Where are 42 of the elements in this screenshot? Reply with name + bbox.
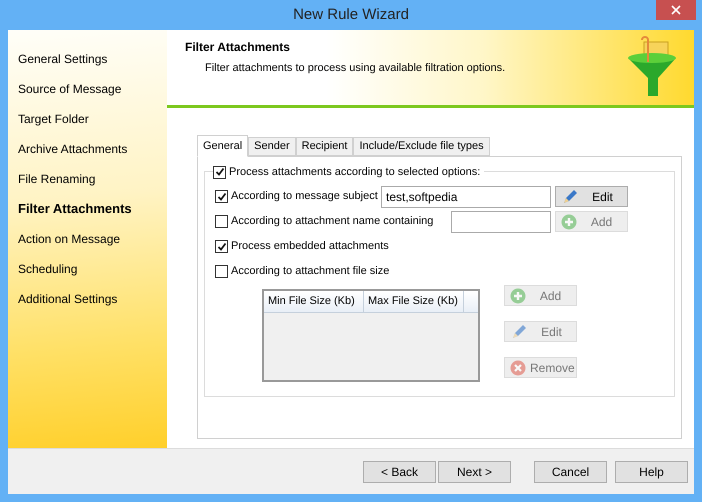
tab[interactable]: General [197,135,248,157]
sidebar-item[interactable]: Archive Attachments [18,134,167,164]
sidebar-item[interactable]: Filter Attachments [18,194,167,224]
checkbox[interactable] [213,166,226,179]
column-header[interactable]: Max File Size (Kb) [364,291,464,312]
sidebar-item[interactable]: Scheduling [18,254,167,284]
checkbox[interactable] [215,215,228,228]
footer-button[interactable]: < Back [363,460,436,482]
tab[interactable]: Include/Exclude file types [353,137,490,156]
column-header[interactable]: Min File Size (Kb) [264,291,364,312]
footer-button[interactable]: Next > [438,460,511,482]
window-title: New Rule Wizard [293,4,409,25]
pencil-icon [561,188,579,206]
plus-icon [510,288,526,304]
option-label: According to attachment file size [231,264,390,280]
input-field[interactable] [451,210,551,232]
group-label: Process attachments according to selected options: [229,165,480,180]
sidebar-item[interactable]: File Renaming [18,164,167,194]
footer-button[interactable]: Help [615,460,688,482]
remove-icon [510,360,526,376]
edit-button[interactable]: Edit [555,186,628,207]
footer-button[interactable]: Cancel [534,460,607,482]
sidebar-item[interactable]: General Settings [18,44,167,74]
option-label: According to message subject [231,189,378,204]
sidebar-item[interactable]: Source of Message [18,74,167,104]
close-icon [671,5,681,15]
sidebar-item[interactable]: Action on Message [18,224,167,254]
checkbox[interactable] [215,240,228,253]
option-label: Process embedded attachments [231,239,389,254]
header-subtitle: Filter attachments to process using available filtration options. [204,61,506,76]
tab[interactable]: Sender [248,137,296,156]
header-title: Filter Attachments [185,39,291,55]
sidebar-item[interactable]: Additional Settings [18,284,167,314]
pencil-icon [510,322,528,340]
checkbox[interactable] [215,265,228,278]
input-field[interactable]: test,softpedia [381,186,551,208]
plus-icon [561,214,577,230]
option-label: According to attachment name containing [231,214,434,230]
close-button[interactable] [656,0,696,20]
tab[interactable]: Recipient [296,137,354,156]
checkbox[interactable] [215,190,228,203]
sidebar-item[interactable]: Target Folder [18,104,167,134]
